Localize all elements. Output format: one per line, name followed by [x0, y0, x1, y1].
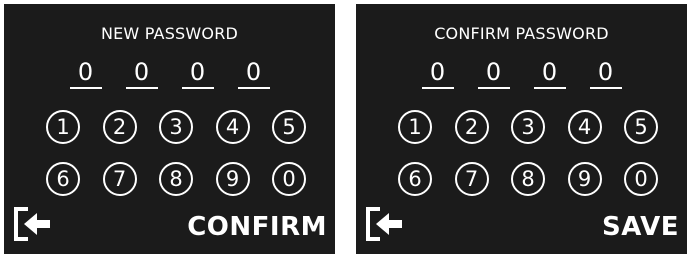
- password-digits: 0 0 0 0: [4, 58, 335, 89]
- key-4[interactable]: 4: [215, 110, 250, 144]
- keypad-row-1: 1 2 3 4 5: [398, 110, 658, 144]
- key-5[interactable]: 5: [272, 110, 306, 144]
- back-button[interactable]: [364, 204, 404, 244]
- key-7[interactable]: 7: [102, 162, 137, 196]
- password-digit-1[interactable]: 0: [421, 58, 454, 89]
- password-digit-2[interactable]: 0: [477, 58, 510, 89]
- new-password-panel: NEW PASSWORD 0 0 0 0 1 2 3 4 5 6 7 8 9 0…: [4, 4, 335, 254]
- key-1[interactable]: 1: [46, 110, 80, 144]
- key-7[interactable]: 7: [454, 162, 489, 196]
- keypad-row-1: 1 2 3 4 5: [46, 110, 306, 144]
- keypad-row-2: 6 7 8 9 0: [46, 162, 306, 196]
- password-digit-3[interactable]: 0: [181, 58, 214, 89]
- password-digit-4[interactable]: 0: [589, 58, 622, 89]
- panel-title: NEW PASSWORD: [100, 24, 239, 43]
- password-digits: 0 0 0 0: [356, 58, 687, 89]
- key-3[interactable]: 3: [511, 110, 545, 144]
- key-1[interactable]: 1: [398, 110, 432, 144]
- key-2[interactable]: 2: [102, 110, 137, 144]
- key-0[interactable]: 0: [624, 162, 658, 196]
- key-8[interactable]: 8: [159, 162, 193, 196]
- password-digit-4[interactable]: 0: [237, 58, 270, 89]
- password-digit-3[interactable]: 0: [533, 58, 566, 89]
- password-digit-1[interactable]: 0: [69, 58, 102, 89]
- key-6[interactable]: 6: [398, 162, 432, 196]
- key-8[interactable]: 8: [511, 162, 545, 196]
- password-digit-2[interactable]: 0: [125, 58, 158, 89]
- back-button[interactable]: [12, 204, 52, 244]
- key-3[interactable]: 3: [159, 110, 193, 144]
- sign-out-arrow-icon: [14, 207, 50, 241]
- panel-title: CONFIRM PASSWORD: [434, 24, 609, 43]
- key-9[interactable]: 9: [215, 162, 250, 196]
- key-9[interactable]: 9: [567, 162, 602, 196]
- key-6[interactable]: 6: [46, 162, 80, 196]
- confirm-button[interactable]: CONFIRM: [187, 212, 327, 242]
- key-2[interactable]: 2: [454, 110, 489, 144]
- save-button[interactable]: SAVE: [602, 212, 679, 242]
- sign-out-arrow-icon: [366, 207, 402, 241]
- key-4[interactable]: 4: [567, 110, 602, 144]
- key-5[interactable]: 5: [624, 110, 658, 144]
- key-0[interactable]: 0: [272, 162, 306, 196]
- keypad-row-2: 6 7 8 9 0: [398, 162, 658, 196]
- confirm-password-panel: CONFIRM PASSWORD 0 0 0 0 1 2 3 4 5 6 7 8…: [356, 4, 687, 254]
